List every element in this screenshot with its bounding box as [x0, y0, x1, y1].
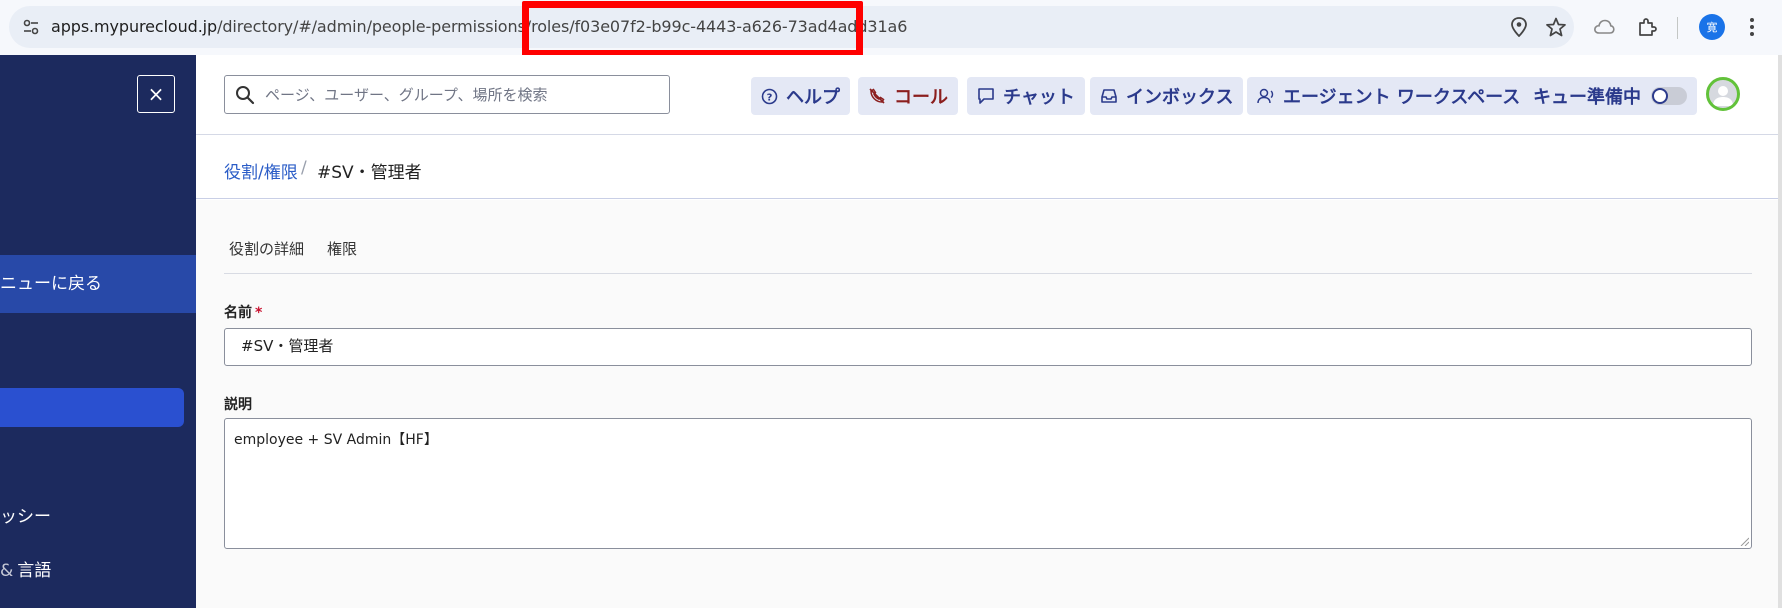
queue-toggle-switch[interactable] — [1651, 87, 1687, 105]
url-host: apps.mypurecloud.jp — [51, 17, 218, 36]
required-marker: * — [255, 305, 263, 321]
help-button[interactable]: ? ヘルプ — [751, 77, 850, 115]
cloud-sync-icon[interactable] — [1590, 13, 1618, 41]
browser-menu-icon[interactable] — [1738, 13, 1766, 41]
back-to-menu-label: ニューに戻る — [0, 274, 102, 294]
tab-permissions[interactable]: 権限 — [327, 238, 357, 259]
close-icon: × — [147, 82, 165, 106]
phone-off-icon — [868, 87, 886, 105]
inbox-button[interactable]: インボックス — [1090, 77, 1244, 115]
svg-text:?: ? — [767, 92, 773, 103]
user-avatar[interactable] — [1706, 77, 1740, 111]
breadcrumb: 役割/権限 / #SV・管理者 — [196, 136, 1782, 199]
role-editor: 役割の詳細 権限 名前 * #SV・管理者 説明 employee + SV Ad… — [196, 200, 1782, 608]
sidebar-item-language[interactable]: & 言語 — [0, 556, 51, 581]
chat-label: チャット — [1003, 87, 1075, 108]
role-description-textarea[interactable]: employee + SV Admin【HF】 — [224, 418, 1752, 549]
tab-role-details[interactable]: 役割の詳細 — [229, 238, 304, 259]
inbox-tray-icon — [1100, 87, 1118, 105]
search-input[interactable] — [265, 85, 645, 104]
back-to-menu-link[interactable]: ニューに戻る — [0, 255, 196, 313]
chat-bubble-icon — [977, 87, 995, 105]
browser-chrome: apps.mypurecloud.jp/directory/#/admin/pe… — [0, 0, 1782, 57]
description-text: employee + SV Admin【HF】 — [234, 432, 438, 448]
name-field-label: 名前 * — [224, 302, 262, 322]
close-sidebar-button[interactable]: × — [137, 75, 175, 113]
agent-headset-icon — [1257, 87, 1275, 105]
site-settings-icon[interactable] — [19, 15, 43, 39]
queue-label: キュー準備中 — [1533, 87, 1641, 108]
sidebar-partial-char: & — [0, 561, 14, 581]
help-icon: ? — [761, 88, 778, 105]
resize-grip-icon[interactable] — [1739, 536, 1749, 546]
agent-workspace-label: エージェント ワークスペース — [1283, 87, 1521, 108]
profile-avatar[interactable]: 寛 — [1699, 14, 1725, 40]
sidebar-item-policy[interactable]: ッシー — [0, 502, 51, 527]
inbox-label: インボックス — [1126, 87, 1234, 108]
sidebar-item-language-label: 言語 — [17, 561, 52, 581]
breadcrumb-roles-link[interactable]: 役割/権限 — [224, 158, 298, 183]
call-label: コール — [894, 87, 948, 108]
description-field-label: 説明 — [224, 397, 252, 413]
call-button[interactable]: コール — [858, 77, 958, 115]
breadcrumb-current: #SV・管理者 — [317, 163, 422, 183]
user-silhouette-icon — [1713, 86, 1733, 106]
extensions-puzzle-icon[interactable] — [1633, 13, 1661, 41]
help-label: ヘルプ — [786, 87, 840, 108]
role-name-input[interactable]: #SV・管理者 — [224, 328, 1752, 366]
global-search[interactable] — [224, 75, 670, 114]
queue-toggle-button[interactable]: キュー準備中 — [1523, 77, 1697, 115]
bookmark-star-icon[interactable] — [1542, 13, 1570, 41]
name-label-text: 名前 — [224, 305, 252, 321]
sidebar-active-item[interactable] — [0, 388, 184, 427]
sidebar-item-policy-label: ッシー — [0, 507, 51, 527]
app-header: ? ヘルプ コール チャット インボックス エージェント ワークスペース キュー… — [196, 55, 1782, 135]
toolbar-divider — [1677, 17, 1678, 39]
admin-sidebar: × ニューに戻る ッシー & 言語 — [0, 55, 196, 608]
page-scrollbar[interactable] — [1778, 55, 1782, 608]
agent-workspace-button[interactable]: エージェント ワークスペース — [1247, 77, 1531, 115]
location-pin-icon[interactable] — [1505, 13, 1533, 41]
breadcrumb-separator: / — [301, 158, 307, 178]
red-highlight-annotation — [522, 1, 863, 57]
role-tabs: 役割の詳細 権限 — [224, 200, 1752, 274]
chat-button[interactable]: チャット — [967, 77, 1085, 115]
search-icon — [225, 85, 265, 105]
